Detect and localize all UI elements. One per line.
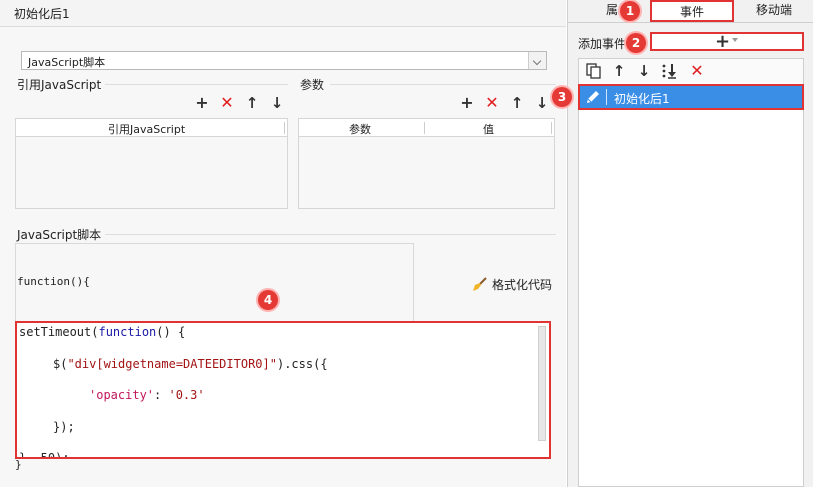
move-down-ref-js-button[interactable]: ↓ xyxy=(269,95,285,111)
tab-mobile[interactable]: 移动端 xyxy=(740,0,808,22)
event-list[interactable] xyxy=(578,58,804,487)
section-divider xyxy=(330,84,556,85)
tab-events[interactable]: 事件 xyxy=(650,0,734,22)
event-list-toolbar: ↑ ↓ ✕ xyxy=(579,59,803,83)
add-event-button[interactable]: + xyxy=(650,31,804,52)
closing-brace: } xyxy=(15,458,22,471)
section-divider xyxy=(100,84,288,85)
code-scrollbar[interactable] xyxy=(538,326,546,441)
dialog-title: 初始化后1 xyxy=(14,7,70,21)
broom-icon xyxy=(473,277,487,291)
move-up-param-button[interactable]: ↑ xyxy=(509,95,525,111)
add-ref-js-button[interactable]: + xyxy=(194,95,210,111)
script-type-select[interactable]: JavaScript脚本 xyxy=(21,51,547,70)
copy-icon[interactable] xyxy=(586,63,602,79)
code-line: }); xyxy=(53,420,75,434)
format-code-button[interactable]: 格式化代码 xyxy=(471,275,555,293)
params-section-label: 参数 xyxy=(300,76,329,93)
format-code-label: 格式化代码 xyxy=(492,278,553,292)
code-line: 'opacity': '0.3' xyxy=(89,388,205,402)
add-event-label: 添加事件 xyxy=(578,37,627,51)
code-line: }, 50); xyxy=(19,451,70,459)
event-list-item[interactable]: 初始化后1 xyxy=(578,84,804,110)
chevron-down-icon[interactable] xyxy=(528,52,546,69)
step-badge-1: 1 xyxy=(620,1,640,21)
move-down-event-button[interactable]: ↓ xyxy=(636,63,652,79)
delete-event-button[interactable]: ✕ xyxy=(689,63,705,79)
caret-down-icon xyxy=(732,38,738,42)
plus-icon: + xyxy=(715,31,731,52)
params-table[interactable]: 参数 值 xyxy=(298,118,555,209)
pencil-icon xyxy=(587,91,599,103)
ref-js-table[interactable]: 引用JavaScript xyxy=(15,118,288,209)
add-param-button[interactable]: + xyxy=(459,95,475,111)
code-line: setTimeout(function() { xyxy=(19,325,186,339)
params-table-header: 参数 值 xyxy=(299,119,554,137)
event-item-label: 初始化后1 xyxy=(614,92,670,106)
item-separator xyxy=(606,89,607,105)
move-up-event-button[interactable]: ↑ xyxy=(611,63,627,79)
script-type-value: JavaScript脚本 xyxy=(28,56,106,69)
code-line: $("div[widgetname=DATEEDITOR0]").css({ xyxy=(53,357,328,371)
step-badge-4: 4 xyxy=(258,290,278,310)
section-divider xyxy=(104,234,556,235)
script-section-label: JavaScript脚本 xyxy=(17,226,106,243)
step-badge-2: 2 xyxy=(626,33,646,53)
delete-param-button[interactable]: ✕ xyxy=(484,95,500,111)
code-editor[interactable]: setTimeout(function() { $("div[widgetnam… xyxy=(15,321,551,459)
move-up-ref-js-button[interactable]: ↑ xyxy=(244,95,260,111)
ref-js-section-label: 引用JavaScript xyxy=(17,76,106,93)
move-bottom-icon[interactable] xyxy=(661,63,679,79)
move-down-param-button[interactable]: ↓ xyxy=(534,95,550,111)
param-column-header: 参数 xyxy=(349,123,371,136)
step-badge-3: 3 xyxy=(552,87,572,107)
ref-js-table-header: 引用JavaScript xyxy=(16,119,287,137)
function-header-text: function(){ xyxy=(17,275,90,288)
value-column-header: 值 xyxy=(483,123,494,136)
ref-js-column-header: 引用JavaScript xyxy=(108,123,186,136)
delete-ref-js-button[interactable]: ✕ xyxy=(219,95,235,111)
dialog-title-bar: 初始化后1 xyxy=(0,0,566,27)
